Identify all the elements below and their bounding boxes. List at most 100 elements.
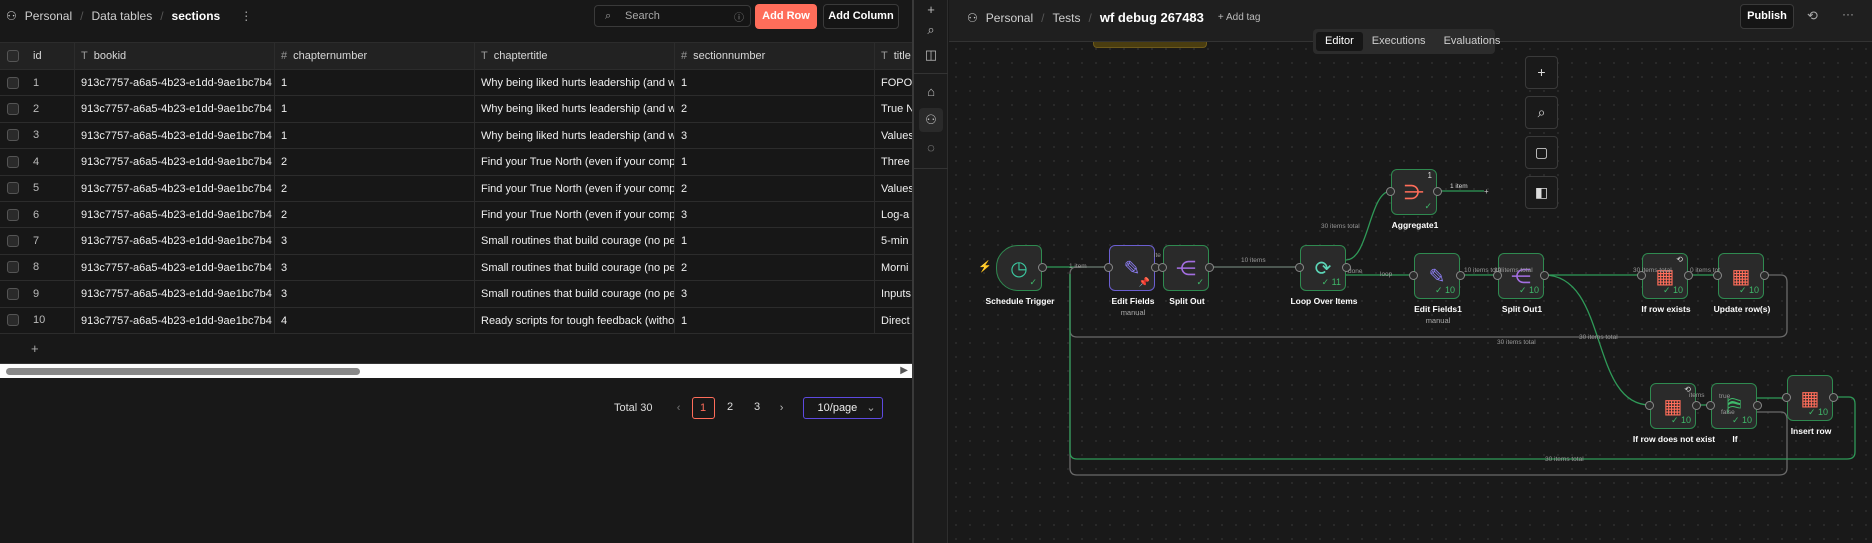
table-cell-chapternumber[interactable]: 3 (275, 254, 475, 281)
workflow-name[interactable]: wf debug 267483 (1100, 10, 1204, 25)
breadcrumb-data-tables[interactable]: Data tables (91, 9, 152, 23)
table-cell-title[interactable]: Three (875, 149, 912, 174)
table-cell-id[interactable]: 8 (0, 254, 75, 281)
add-tag-button[interactable]: + Add tag (1218, 12, 1261, 23)
node-insert[interactable]: ▦ ✓ 10 Insert row (1782, 375, 1838, 436)
table-cell-chaptertitle[interactable]: Find your True North (even if your comp (475, 175, 675, 201)
node-split[interactable]: ⋲ ✓ Split Out (1158, 245, 1214, 306)
node-notexist[interactable]: ▦ ✓ 10 ⟲ If row does not exist (1633, 383, 1715, 444)
search-input[interactable]: ⌕ Search ⓘ (594, 5, 751, 27)
table-cell-chaptertitle[interactable]: Why being liked hurts leadership (and w (475, 70, 675, 96)
row-checkbox[interactable] (7, 129, 19, 142)
tab-evaluations[interactable]: Evaluations (1435, 32, 1510, 51)
table-cell-chaptertitle[interactable]: Find your True North (even if your comp (475, 149, 675, 175)
scroll-right-arrow-icon[interactable]: ▶ (900, 365, 908, 376)
table-cell-id[interactable]: 2 (0, 96, 75, 122)
table-cell-chapternumber[interactable]: 4 (275, 307, 475, 333)
table-cell-bookid[interactable]: 913c7757-a6a5-4b23-e1dd-9ae1bc7b4 (75, 70, 275, 96)
table-cell-title[interactable]: Log-a (875, 202, 912, 227)
table-cell-chaptertitle[interactable]: Small routines that build courage (no pe (475, 228, 675, 254)
table-cell-chaptertitle[interactable]: Ready scripts for tough feedback (witho (475, 307, 675, 333)
prev-page-button[interactable]: ‹ (668, 402, 690, 414)
page-3-button[interactable]: 3 (746, 397, 769, 419)
row-checkbox[interactable] (7, 235, 19, 248)
input-handle[interactable] (1409, 271, 1418, 280)
sticky-note-button[interactable]: ▢ (1525, 136, 1558, 169)
row-checkbox[interactable] (7, 76, 19, 89)
table-cell-sectionnumber[interactable]: 2 (675, 175, 875, 201)
breadcrumb-personal[interactable]: Personal (25, 9, 72, 23)
plus-icon[interactable]: + (921, 0, 941, 20)
column-header-sectionnumber[interactable]: # sectionnumber (675, 43, 875, 69)
add-node-plus-icon[interactable]: + (1484, 187, 1489, 196)
row-checkbox[interactable] (7, 103, 19, 116)
table-cell-chapternumber[interactable]: 1 (275, 122, 475, 149)
column-header-chapternumber[interactable]: # chapternumber (275, 43, 475, 69)
node-exists[interactable]: ▦ ✓ 10 ⟲ If row exists (1637, 253, 1693, 314)
node-split1[interactable]: ⋲ ✓ 10 Split Out1 (1493, 253, 1549, 314)
row-checkbox[interactable] (7, 287, 19, 300)
table-cell-id[interactable]: 3 (0, 122, 75, 149)
row-checkbox[interactable] (7, 155, 19, 168)
row-checkbox[interactable] (7, 208, 19, 221)
table-cell-chapternumber[interactable]: 2 (275, 201, 475, 228)
next-page-button[interactable]: › (771, 402, 793, 414)
table-cell-chaptertitle[interactable]: Small routines that build courage (no pe (475, 281, 675, 307)
toggle-panel-button[interactable]: ◧ (1525, 176, 1558, 209)
table-cell-title[interactable]: Values (875, 123, 912, 148)
more-options-icon[interactable]: ⋮ (240, 9, 252, 23)
table-cell-chapternumber[interactable]: 1 (275, 70, 475, 96)
input-handle[interactable] (1645, 401, 1654, 410)
add-row-plus-button[interactable]: + (31, 341, 39, 356)
tab-editor[interactable]: Editor (1316, 32, 1363, 51)
search-icon[interactable]: ⌕ (921, 20, 941, 40)
add-column-button[interactable]: Add Column (823, 4, 899, 29)
table-cell-bookid[interactable]: 913c7757-a6a5-4b23-e1dd-9ae1bc7b4 (75, 254, 275, 281)
table-cell-chapternumber[interactable]: 1 (275, 96, 475, 122)
chat-icon[interactable]: ◌ (921, 138, 941, 158)
table-cell-sectionnumber[interactable]: 3 (675, 201, 875, 228)
row-checkbox[interactable] (7, 261, 19, 274)
input-handle[interactable] (1158, 263, 1167, 272)
input-handle[interactable] (1706, 401, 1715, 410)
output-handle[interactable] (1829, 393, 1838, 402)
input-handle[interactable] (1386, 187, 1395, 196)
row-checkbox[interactable] (7, 182, 19, 195)
page-2-button[interactable]: 2 (719, 397, 742, 419)
table-cell-sectionnumber[interactable]: 1 (675, 228, 875, 254)
table-cell-id[interactable]: 9 (0, 281, 75, 307)
table-cell-id[interactable]: 10 (0, 307, 75, 333)
row-checkbox[interactable] (7, 50, 19, 62)
column-header-bookid[interactable]: Tbookid (75, 43, 275, 69)
table-cell-id[interactable]: 5 (0, 175, 75, 201)
breadcrumb-personal[interactable]: Personal (986, 11, 1033, 25)
home-icon[interactable]: ⌂ (921, 82, 941, 102)
table-cell-id[interactable]: 4 (0, 149, 75, 175)
sticky-note[interactable] (1093, 42, 1207, 48)
info-icon[interactable]: ⓘ (734, 9, 744, 24)
workflow-canvas[interactable]: ◷ ✓ Schedule Trigger ✎ 📌 Edit Fields man… (949, 0, 1872, 543)
publish-button[interactable]: Publish (1740, 4, 1794, 29)
table-cell-bookid[interactable]: 913c7757-a6a5-4b23-e1dd-9ae1bc7b4 (75, 122, 275, 149)
table-cell-bookid[interactable]: 913c7757-a6a5-4b23-e1dd-9ae1bc7b4 (75, 307, 275, 333)
add-node-button[interactable]: + (1525, 56, 1558, 89)
search-nodes-button[interactable]: ⌕ (1525, 96, 1558, 129)
tab-executions[interactable]: Executions (1363, 32, 1435, 51)
table-cell-id[interactable]: 6 (0, 201, 75, 228)
table-cell-bookid[interactable]: 913c7757-a6a5-4b23-e1dd-9ae1bc7b4 (75, 149, 275, 175)
scrollbar-thumb[interactable] (6, 368, 360, 375)
table-cell-sectionnumber[interactable]: 2 (675, 254, 875, 281)
breadcrumb-tests[interactable]: Tests (1052, 11, 1080, 25)
node-edit1[interactable]: ✎ ✓ 10 Edit Fields1 manual (1409, 253, 1465, 325)
horizontal-scrollbar[interactable]: ▶ (0, 363, 912, 378)
table-cell-title[interactable]: Values (875, 176, 912, 201)
table-cell-bookid[interactable]: 913c7757-a6a5-4b23-e1dd-9ae1bc7b4 (75, 96, 275, 122)
table-cell-title[interactable]: Inputs (875, 281, 912, 306)
table-cell-bookid[interactable]: 913c7757-a6a5-4b23-e1dd-9ae1bc7b4 (75, 281, 275, 307)
table-cell-sectionnumber[interactable]: 3 (675, 281, 875, 307)
table-cell-chapternumber[interactable]: 3 (275, 228, 475, 254)
add-row-button[interactable]: Add Row (755, 4, 817, 29)
column-header-chaptertitle[interactable]: Tchaptertitle (475, 43, 675, 69)
row-checkbox[interactable] (7, 314, 19, 327)
table-cell-chaptertitle[interactable]: Why being liked hurts leadership (and w (475, 96, 675, 122)
